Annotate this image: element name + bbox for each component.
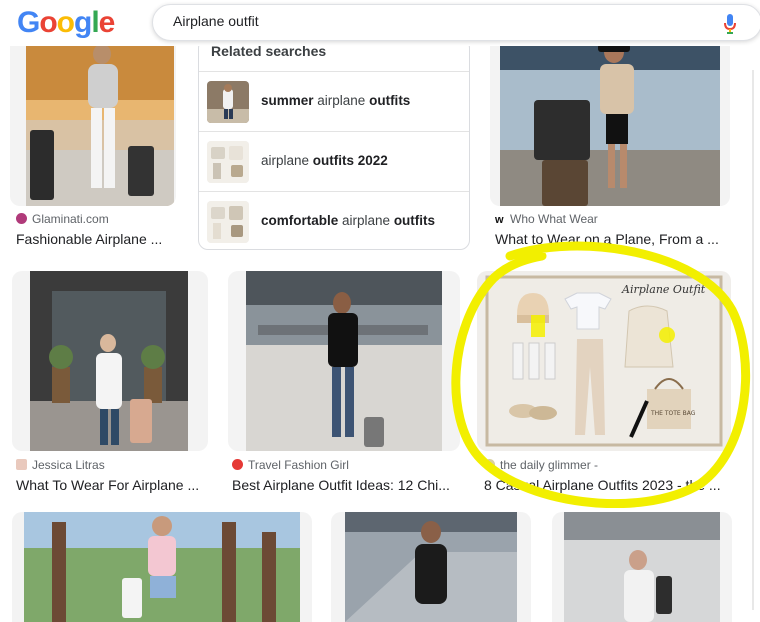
result-source[interactable]: Jessica Litras	[16, 458, 105, 472]
result-image[interactable]	[331, 512, 531, 622]
result-image[interactable]	[552, 512, 732, 622]
jessica-litras-favicon-icon	[16, 459, 27, 470]
microphone-icon[interactable]	[723, 13, 737, 35]
result-image[interactable]	[12, 271, 208, 451]
search-input[interactable]	[173, 13, 693, 29]
result-image[interactable]	[10, 30, 176, 206]
result-source[interactable]: w Who What Wear	[495, 212, 598, 226]
yellow-highlight-annotation	[451, 241, 751, 508]
search-box[interactable]	[152, 4, 760, 41]
related-search-item[interactable]: comfortable airplane outfits	[199, 191, 469, 249]
related-thumbnail	[207, 81, 249, 123]
result-image[interactable]	[228, 271, 460, 451]
result-source[interactable]: Travel Fashion Girl	[232, 458, 349, 472]
result-image[interactable]	[12, 512, 312, 622]
related-search-text: airplane outfits 2022	[261, 153, 388, 168]
scrollbar-track[interactable]	[752, 70, 754, 610]
related-searches-card: Related searches summer airplane outfits…	[198, 38, 470, 250]
glaminati-favicon-icon	[16, 213, 27, 224]
related-search-text: summer airplane outfits	[261, 93, 411, 108]
google-logo[interactable]: Google	[17, 6, 115, 40]
result-source[interactable]: Glaminati.com	[16, 212, 109, 226]
related-search-text: comfortable airplane outfits	[261, 213, 436, 228]
related-thumbnail	[207, 141, 249, 183]
result-title[interactable]: What To Wear For Airplane ...	[16, 477, 208, 493]
related-search-item[interactable]: summer airplane outfits	[199, 71, 469, 131]
result-image[interactable]	[490, 30, 730, 206]
travel-fashion-girl-favicon-icon	[232, 459, 243, 470]
related-thumbnail	[207, 201, 249, 243]
header: Google	[0, 0, 760, 46]
result-title[interactable]: Fashionable Airplane ...	[16, 231, 191, 247]
result-title[interactable]: Best Airplane Outfit Ideas: 12 Chi...	[232, 477, 454, 493]
related-search-item[interactable]: airplane outfits 2022	[199, 131, 469, 191]
whowhatwear-favicon-icon: w	[495, 214, 504, 226]
